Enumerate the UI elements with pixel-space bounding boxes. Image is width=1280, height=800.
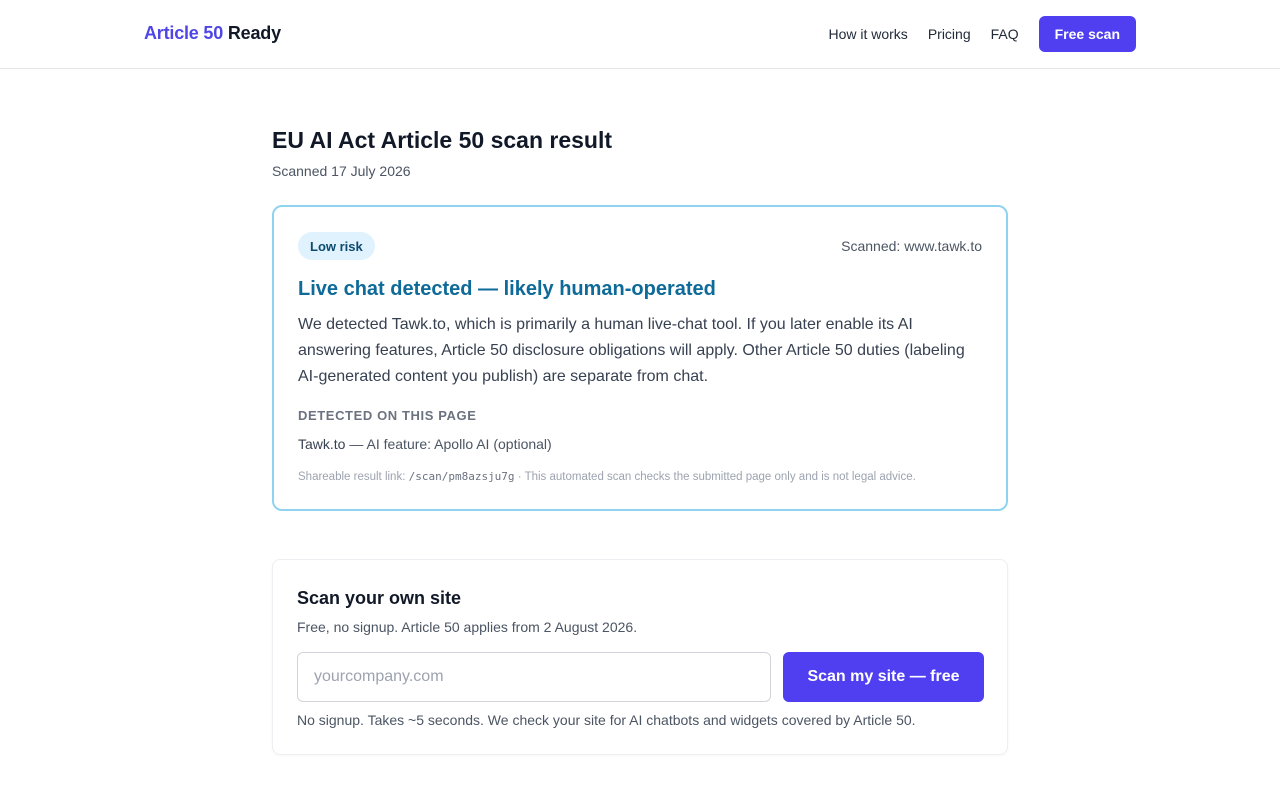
detected-vendor: Tawk.to (298, 436, 346, 452)
nav-how-it-works[interactable]: How it works (828, 26, 907, 42)
site-url-input[interactable] (297, 652, 771, 702)
nav-pricing[interactable]: Pricing (928, 26, 971, 42)
logo-accent: Article 50 (144, 23, 224, 43)
detected-item: Tawk.to — AI feature: Apollo AI (optiona… (298, 436, 552, 452)
logo-rest: Ready (227, 23, 281, 43)
nav-faq[interactable]: FAQ (991, 26, 1019, 42)
result-title: Live chat detected — likely human-operat… (298, 278, 716, 300)
scan-form-subtitle: Free, no signup. Article 50 applies from… (297, 619, 638, 635)
legal-disclaimer: · This automated scan checks the submitt… (514, 471, 916, 483)
scan-own-site-card: Scan your own site Free, no signup. Arti… (272, 559, 1008, 755)
share-prefix: Shareable result link: (298, 471, 409, 483)
risk-badge: Low risk (298, 232, 375, 260)
site-header: Article 50 Ready How it works Pricing FA… (0, 0, 1280, 69)
scanned-host: Scanned: www.tawk.to (841, 238, 982, 254)
page-title: EU AI Act Article 50 scan result (272, 127, 613, 153)
scan-my-site-button[interactable]: Scan my site — free (783, 652, 984, 702)
free-scan-button[interactable]: Free scan (1038, 16, 1136, 52)
scan-form-title: Scan your own site (297, 588, 462, 608)
share-link[interactable]: /scan/pm8azsju7g (409, 470, 515, 483)
detected-heading: DETECTED ON THIS PAGE (298, 408, 477, 423)
scan-date: Scanned 17 July 2026 (272, 163, 411, 179)
share-link-note: Shareable result link: /scan/pm8azsju7g … (298, 470, 916, 483)
site-logo[interactable]: Article 50 Ready (144, 23, 281, 44)
detected-feature: — AI feature: Apollo AI (optional) (345, 436, 552, 452)
main-nav: How it works Pricing FAQ Free scan (828, 16, 1136, 52)
result-description: We detected Tawk.to, which is primarily … (298, 316, 965, 385)
scan-result-card: Low risk Scanned: www.tawk.to Live chat … (272, 205, 1008, 511)
scan-form-note: No signup. Takes ~5 seconds. We check yo… (297, 712, 916, 728)
